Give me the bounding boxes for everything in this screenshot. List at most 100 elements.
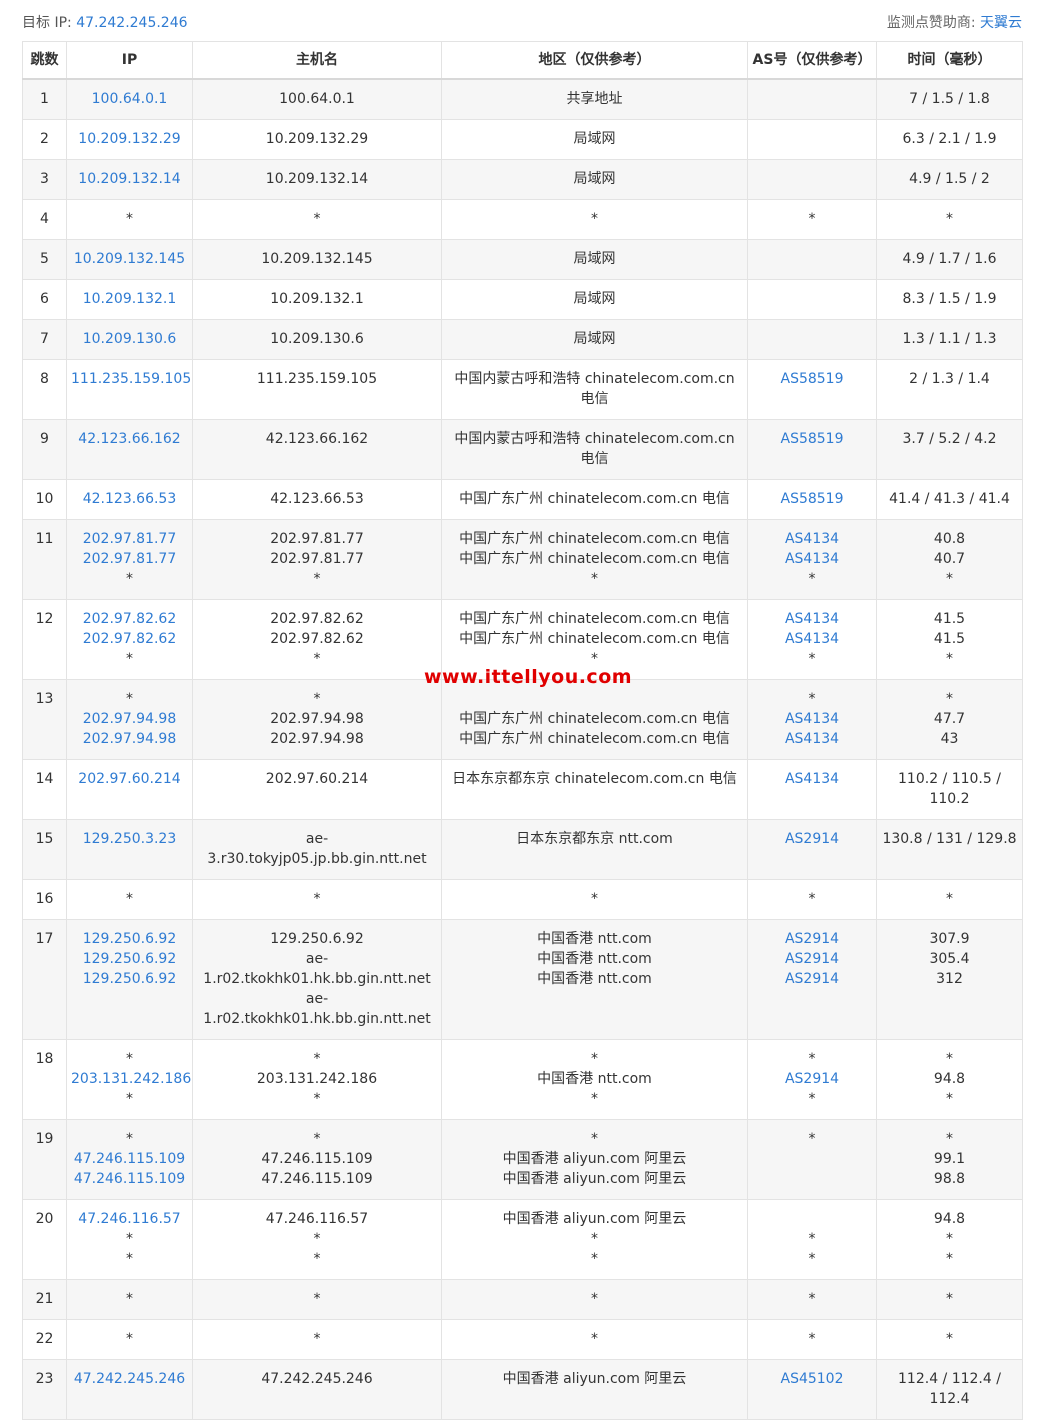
ip-link[interactable]: 202.97.81.77 [71, 529, 188, 549]
ip-link[interactable]: 42.123.66.162 [71, 429, 188, 449]
ip-link[interactable]: 202.97.94.98 [71, 729, 188, 749]
hostname-text: 129.250.6.92 [270, 931, 364, 947]
as-link[interactable]: AS58519 [752, 369, 872, 389]
ip-link[interactable]: 129.250.6.92 [71, 949, 188, 969]
ip-link[interactable]: 100.64.0.1 [71, 89, 188, 109]
ip-link[interactable]: 202.97.60.214 [71, 769, 188, 789]
ip-cell: 10.209.132.1 [66, 279, 193, 320]
ip-link[interactable]: 47.246.116.57 [71, 1209, 188, 1229]
time-cell: 4.9 / 1.7 / 1.6 [876, 239, 1023, 280]
region-text: * [591, 891, 598, 907]
time-cell: 6.3 / 2.1 / 1.9 [876, 119, 1023, 160]
as-link[interactable]: AS4134 [752, 729, 872, 749]
hostname-text: * [313, 1291, 321, 1307]
hostname-cell: * [192, 1279, 442, 1320]
ip-link[interactable]: 47.246.115.109 [71, 1169, 188, 1189]
as-link[interactable]: AS2914 [752, 1069, 872, 1089]
hostname-cell: 202.97.82.62 202.97.82.62 * [192, 599, 442, 680]
time-text: 8.3 / 1.5 / 1.9 [902, 291, 997, 307]
region-text: 中国香港 ntt.com [537, 971, 652, 987]
ip-link[interactable]: 47.242.245.246 [71, 1369, 188, 1389]
ip-link: * [126, 211, 133, 227]
time-text: * [946, 651, 953, 667]
as-link: * [808, 571, 816, 587]
ip-link[interactable]: 129.250.6.92 [71, 929, 188, 949]
as-link[interactable]: AS4134 [752, 529, 872, 549]
ip-link[interactable]: 202.97.82.62 [71, 629, 188, 649]
ip-link[interactable]: 10.209.132.29 [71, 129, 188, 149]
as-link[interactable]: AS4134 [752, 629, 872, 649]
hostname-text: 42.123.66.162 [265, 431, 369, 447]
time-cell: 112.4 / 112.4 / 112.4 [876, 1359, 1023, 1420]
watermark: www.ittellyou.com [424, 666, 633, 688]
as-cell: * [747, 879, 877, 920]
ip-cell: 10.209.132.14 [66, 159, 193, 200]
ip-cell: 100.64.0.1 [66, 78, 193, 120]
region-cell: 局域网 [441, 279, 748, 320]
ip-cell: * [66, 199, 193, 240]
region-text: 中国香港 aliyun.com 阿里云 [502, 1371, 687, 1387]
hostname-text: 202.97.82.62 [270, 631, 364, 647]
hop-cell: 2 [22, 119, 67, 160]
as-link[interactable]: AS2914 [752, 929, 872, 949]
as-cell [747, 319, 877, 360]
as-cell: AS58519 [747, 419, 877, 480]
table-row: 11 202.97.81.77 202.97.81.77 * 202.97.81.77 2… [22, 519, 1023, 600]
ip-cell: * [66, 1279, 193, 1320]
col-header-hop: 跳数 [22, 41, 67, 80]
col-header-ip: IP [66, 41, 193, 80]
as-link[interactable]: AS58519 [752, 429, 872, 449]
hostname-text: 10.209.132.29 [265, 131, 369, 147]
region-text: * [591, 1331, 598, 1347]
region-cell: * [441, 1319, 748, 1360]
hostname-text: 10.209.132.14 [265, 171, 369, 187]
as-link[interactable]: AS2914 [752, 829, 872, 849]
as-link: * [808, 1251, 816, 1267]
table-body: 1 100.64.0.1 100.64.0.1 共享地址 7 / 1.5 / 1.8 2… [22, 78, 1023, 1420]
ip-link[interactable]: 202.97.81.77 [71, 549, 188, 569]
hostname-text: * [313, 1131, 321, 1147]
as-link[interactable]: AS58519 [752, 489, 872, 509]
ip-link: * [126, 1291, 133, 1307]
time-cell: * 94.8 * [876, 1039, 1023, 1120]
as-link[interactable]: AS4134 [752, 609, 872, 629]
as-link[interactable]: AS4134 [752, 549, 872, 569]
ip-link[interactable]: 202.97.82.62 [71, 609, 188, 629]
ip-link[interactable]: 129.250.6.92 [71, 969, 188, 989]
as-cell: * AS2914 * [747, 1039, 877, 1120]
table-row: 15 129.250.3.23 ae-3.r30.tokyjp05.jp.bb.gi… [22, 819, 1023, 880]
ip-cell: 111.235.159.105 [66, 359, 193, 420]
region-text: 中国内蒙古呼和浩特 chinatelecom.com.cn 电信 [454, 371, 735, 407]
time-text: 47.7 [933, 711, 966, 727]
hop-cell: 17 [22, 919, 67, 1040]
ip-link[interactable]: 202.97.94.98 [71, 709, 188, 729]
hop-cell: 4 [22, 199, 67, 240]
as-cell: * [747, 199, 877, 240]
target-ip-value[interactable]: 47.242.245.246 [76, 15, 187, 31]
hop-cell: 6 [22, 279, 67, 320]
sponsor-link[interactable]: 天翼云 [980, 15, 1022, 31]
time-text: 305.4 [929, 951, 970, 967]
as-link[interactable]: AS2914 [752, 949, 872, 969]
ip-link[interactable]: 47.246.115.109 [71, 1149, 188, 1169]
hop-cell: 20 [22, 1199, 67, 1280]
ip-link[interactable]: 10.209.130.6 [71, 329, 188, 349]
ip-link[interactable]: 42.123.66.53 [71, 489, 188, 509]
ip-cell: 202.97.60.214 [66, 759, 193, 820]
ip-link[interactable]: 10.209.132.145 [71, 249, 188, 269]
ip-link[interactable]: 10.209.132.1 [71, 289, 188, 309]
as-link[interactable]: AS45102 [752, 1369, 872, 1389]
ip-link[interactable]: 111.235.159.105 [71, 369, 191, 389]
as-cell [747, 119, 877, 160]
region-cell: * 中国香港 ntt.com * [441, 1039, 748, 1120]
ip-link[interactable]: 129.250.3.23 [71, 829, 188, 849]
ip-link[interactable]: 10.209.132.14 [71, 169, 188, 189]
as-link[interactable]: AS4134 [752, 709, 872, 729]
as-link[interactable]: AS4134 [752, 769, 872, 789]
as-link[interactable]: AS2914 [752, 969, 872, 989]
hostname-cell: * 203.131.242.186 * [192, 1039, 442, 1120]
region-text: 日本东京都东京 chinatelecom.com.cn 电信 [452, 771, 737, 787]
table-row: 10 42.123.66.53 42.123.66.53 中国广东广州 chinate… [22, 479, 1023, 520]
hostname-cell: 111.235.159.105 [192, 359, 442, 420]
ip-link[interactable]: 203.131.242.186 [71, 1069, 191, 1089]
